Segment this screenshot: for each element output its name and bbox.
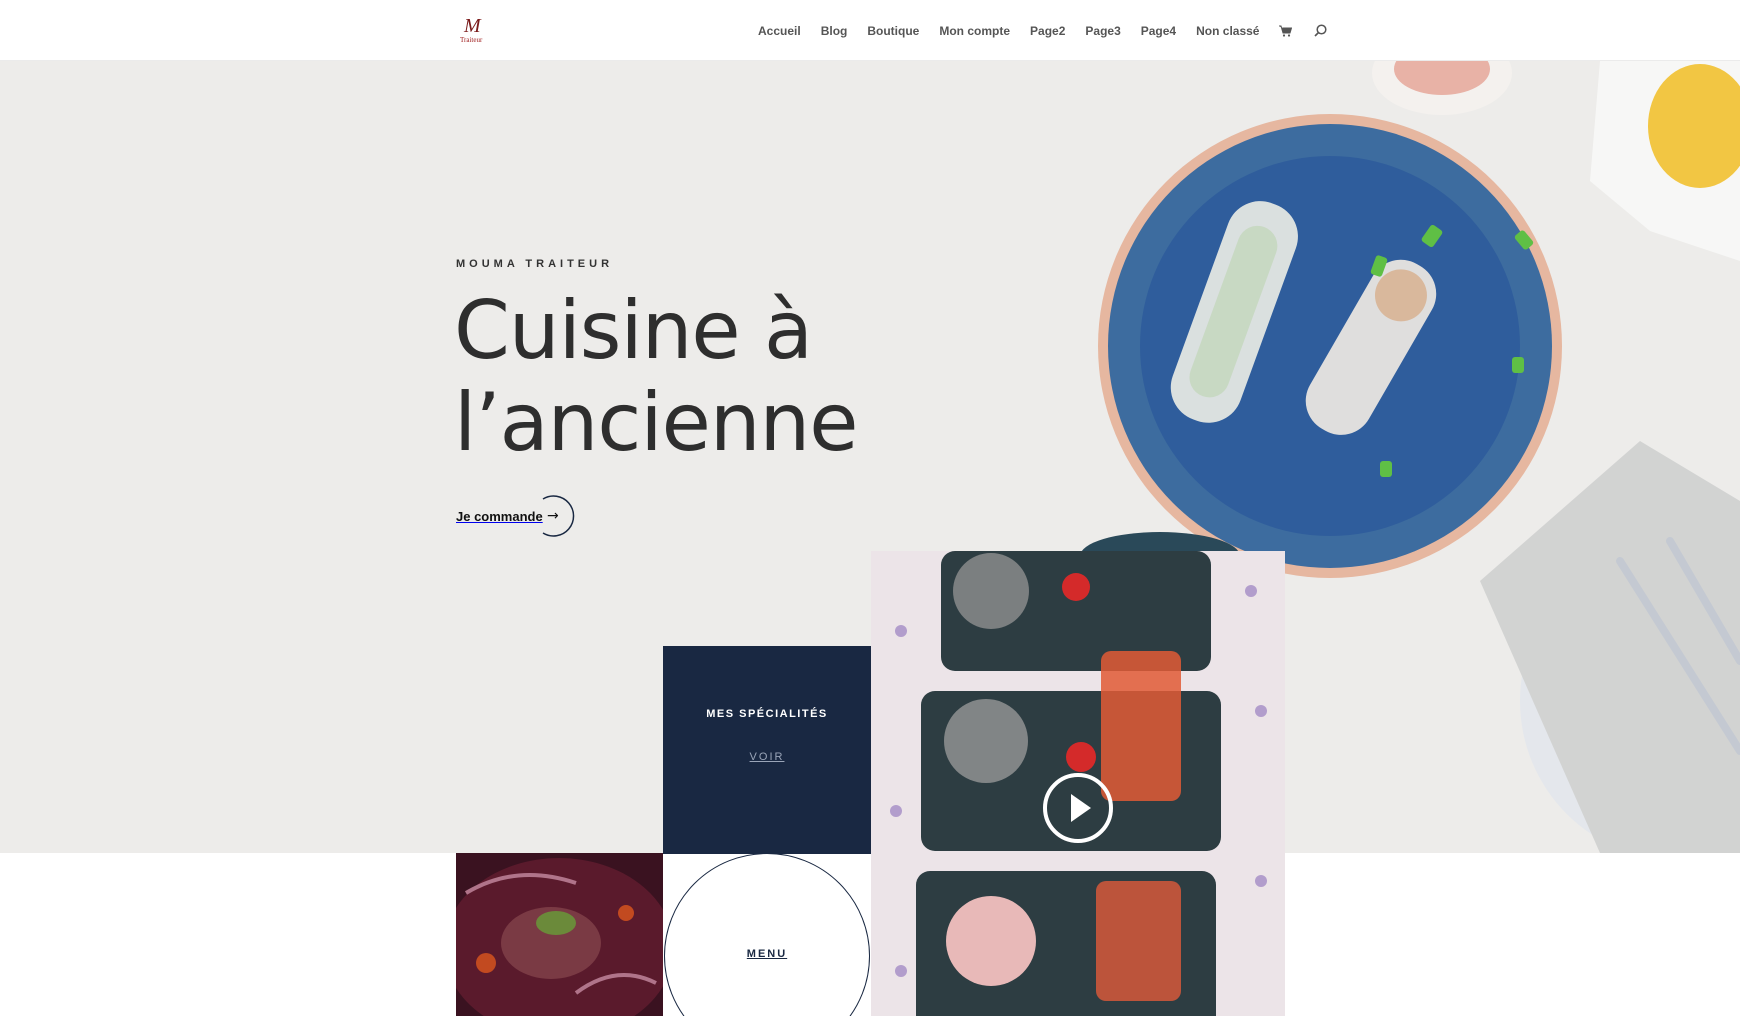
- dish-image-tile[interactable]: [456, 853, 663, 1016]
- nav-page3[interactable]: Page3: [1085, 24, 1120, 38]
- specialites-card: MES SPÉCIALITÉS VOIR: [663, 646, 871, 854]
- specialites-voir-link[interactable]: VOIR: [663, 751, 871, 763]
- dish-image: [456, 853, 663, 1016]
- menu-circle: [664, 853, 870, 1016]
- hero-eyebrow: MOUMA TRAITEUR: [456, 258, 614, 270]
- video-tile[interactable]: [871, 551, 1285, 1016]
- nav-mon-compte[interactable]: Mon compte: [939, 24, 1010, 38]
- menu-tile: MENU: [663, 853, 871, 1016]
- nav-non-classe[interactable]: Non classé: [1196, 24, 1259, 38]
- search-icon[interactable]: [1314, 24, 1328, 37]
- hero-title: Cuisine à l’ancienne: [454, 284, 858, 469]
- nav-page2[interactable]: Page2: [1030, 24, 1065, 38]
- nav-boutique[interactable]: Boutique: [867, 24, 919, 38]
- menu-link[interactable]: MENU: [663, 948, 871, 960]
- play-icon[interactable]: [1043, 773, 1113, 843]
- cart-icon[interactable]: [1279, 25, 1293, 37]
- arrow-right-icon: →: [529, 493, 577, 539]
- svg-text:→: →: [547, 508, 559, 524]
- hero-title-line1: Cuisine à: [454, 284, 813, 377]
- nav-accueil[interactable]: Accueil: [758, 24, 801, 38]
- svg-text:M: M: [463, 15, 482, 37]
- site-logo[interactable]: M Traiteur: [460, 14, 492, 46]
- site-header: M Traiteur Accueil Blog Boutique Mon com…: [0, 0, 1740, 61]
- nav-page4[interactable]: Page4: [1141, 24, 1176, 38]
- main-nav: Accueil Blog Boutique Mon compte Page2 P…: [758, 0, 1349, 61]
- specialites-title: MES SPÉCIALITÉS: [706, 708, 828, 720]
- nav-blog[interactable]: Blog: [821, 24, 848, 38]
- hero-title-line2: l’ancienne: [454, 376, 858, 469]
- svg-text:Traiteur: Traiteur: [460, 36, 483, 44]
- order-button[interactable]: Je commande →: [456, 493, 577, 539]
- logo-mark-icon: M Traiteur: [460, 15, 483, 44]
